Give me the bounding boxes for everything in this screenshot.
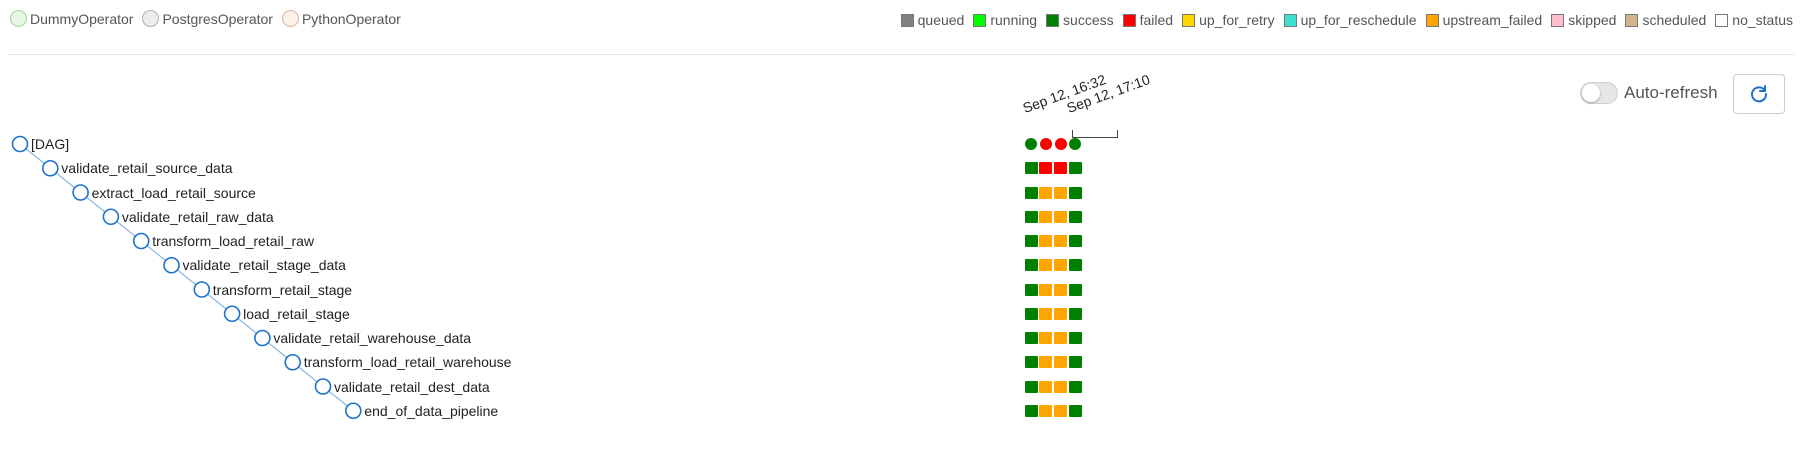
task-instance-status[interactable] xyxy=(1054,186,1068,199)
task-instance-status[interactable] xyxy=(1068,283,1082,296)
task-instance-status[interactable] xyxy=(1054,162,1068,175)
date-bracket xyxy=(1072,130,1118,138)
task-instance-status[interactable] xyxy=(1068,356,1082,369)
task-label-end-of-data-pipeline[interactable]: end_of_data_pipeline xyxy=(364,402,498,420)
task-instance-status[interactable] xyxy=(1068,259,1082,272)
task-label-load-retail-stage[interactable]: load_retail_stage xyxy=(243,305,350,323)
task-label-dag[interactable]: [DAG] xyxy=(31,135,69,153)
tree-node-validate-retail-dest-data[interactable] xyxy=(314,378,332,395)
task-instance-status[interactable] xyxy=(1054,235,1068,247)
task-instance-status[interactable] xyxy=(1068,162,1082,175)
task-instance-status[interactable] xyxy=(1024,332,1038,344)
task-instance-status[interactable] xyxy=(1054,332,1068,344)
dag-run-status[interactable] xyxy=(1025,138,1037,150)
task-instance-status[interactable] xyxy=(1068,235,1082,247)
task-label-transform-retail-stage[interactable]: transform_retail_stage xyxy=(213,281,352,299)
task-instance-status[interactable] xyxy=(1024,235,1038,247)
tree-node-dag[interactable] xyxy=(11,135,29,153)
tree-node-validate-retail-stage-data[interactable] xyxy=(163,256,180,274)
task-instance-status[interactable] xyxy=(1054,307,1068,320)
task-label-validate-retail-source-data[interactable]: validate_retail_source_data xyxy=(61,159,232,177)
dag-run-status[interactable] xyxy=(1054,138,1067,150)
task-instance-status[interactable] xyxy=(1039,259,1053,272)
task-label-transform-load-retail-warehouse[interactable]: transform_load_retail_warehouse xyxy=(304,353,512,371)
task-instance-status[interactable] xyxy=(1054,210,1068,223)
tree-node-end-of-data-pipeline[interactable] xyxy=(344,402,362,420)
task-label-validate-retail-raw-data[interactable]: validate_retail_raw_data xyxy=(122,208,274,226)
task-instance-status[interactable] xyxy=(1024,162,1038,175)
tree-node-validate-retail-warehouse-data[interactable] xyxy=(254,329,271,347)
task-instance-status[interactable] xyxy=(1039,380,1053,393)
task-instance-status[interactable] xyxy=(1054,259,1068,272)
task-instance-status[interactable] xyxy=(1024,210,1038,223)
task-instance-status[interactable] xyxy=(1039,404,1053,417)
task-instance-status[interactable] xyxy=(1024,259,1038,272)
task-label-transform-load-retail-raw[interactable]: transform_load_retail_raw xyxy=(152,232,314,250)
task-instance-status[interactable] xyxy=(1068,404,1082,417)
task-instance-status[interactable] xyxy=(1039,332,1053,344)
task-instance-status[interactable] xyxy=(1054,380,1068,393)
tree-node-load-retail-stage[interactable] xyxy=(223,305,241,323)
task-instance-status[interactable] xyxy=(1039,162,1053,175)
tree-node-transform-retail-stage[interactable] xyxy=(193,281,211,298)
dag-run-status[interactable] xyxy=(1039,138,1052,150)
task-instance-status[interactable] xyxy=(1068,210,1082,223)
task-label-validate-retail-warehouse-data[interactable]: validate_retail_warehouse_data xyxy=(273,329,471,347)
task-instance-status[interactable] xyxy=(1039,210,1053,223)
task-instance-status[interactable] xyxy=(1024,186,1038,199)
task-instance-status[interactable] xyxy=(1039,283,1053,296)
task-label-extract-load-retail-source[interactable]: extract_load_retail_source xyxy=(92,184,256,202)
tree-node-validate-retail-source-data[interactable] xyxy=(41,159,59,177)
dag-tree xyxy=(11,135,362,420)
task-instance-status[interactable] xyxy=(1039,356,1053,369)
task-instance-status[interactable] xyxy=(1024,356,1038,369)
task-instance-status[interactable] xyxy=(1068,186,1082,199)
task-instance-status[interactable] xyxy=(1024,380,1038,393)
task-label-validate-retail-stage-data[interactable]: validate_retail_stage_data xyxy=(183,256,346,274)
task-instance-status[interactable] xyxy=(1039,235,1053,247)
task-instance-status[interactable] xyxy=(1054,356,1068,369)
task-instance-status[interactable] xyxy=(1054,404,1068,417)
task-label-validate-retail-dest-data[interactable]: validate_retail_dest_data xyxy=(334,378,490,396)
tree-node-validate-retail-raw-data[interactable] xyxy=(102,208,120,226)
tree-node-transform-load-retail-raw[interactable] xyxy=(132,232,150,250)
task-instance-status[interactable] xyxy=(1054,283,1068,296)
task-instance-status[interactable] xyxy=(1024,404,1038,417)
tree-node-extract-load-retail-source[interactable] xyxy=(72,184,89,201)
tree-node-transform-load-retail-warehouse[interactable] xyxy=(284,353,302,371)
task-instance-status[interactable] xyxy=(1024,283,1038,296)
task-instance-status[interactable] xyxy=(1039,307,1053,320)
task-instance-status[interactable] xyxy=(1068,307,1082,320)
task-instance-status[interactable] xyxy=(1068,380,1082,393)
task-instance-status[interactable] xyxy=(1024,307,1038,320)
task-instance-status[interactable] xyxy=(1039,186,1053,199)
task-instance-status[interactable] xyxy=(1068,332,1082,344)
